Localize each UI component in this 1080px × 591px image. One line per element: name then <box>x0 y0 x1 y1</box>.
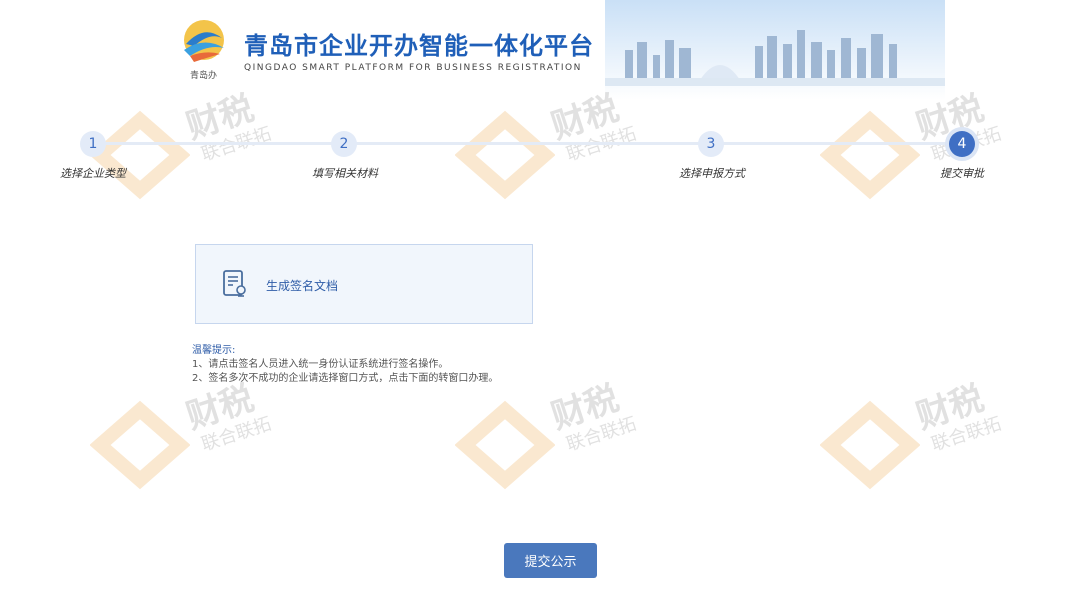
step-2-circle: 2 <box>331 131 357 157</box>
step-connector <box>93 142 961 145</box>
page-title: 青岛市企业开办智能一体化平台 <box>244 32 594 60</box>
step-1-label: 选择企业类型 <box>60 167 126 180</box>
tips-block: 温馨提示: 1、请点击签名人员进入统一身份认证系统进行签名操作。 2、签名多次不… <box>192 344 498 386</box>
logo-caption: 青岛办 <box>190 71 218 81</box>
step-1-circle: 1 <box>80 131 106 157</box>
watermark: 财税 联合联拓 <box>455 378 645 500</box>
tips-line-2: 2、签名多次不成功的企业请选择窗口方式，点击下面的转窗口办理。 <box>192 373 499 384</box>
document-certificate-icon <box>223 270 246 297</box>
header: 青岛办 青岛市企业开办智能一体化平台 QINGDAO SMART PLATFOR… <box>0 0 1080 110</box>
generate-signature-doc-button[interactable]: 生成签名文档 <box>195 244 533 324</box>
step-3-circle: 3 <box>698 131 724 157</box>
submit-publicity-button[interactable]: 提交公示 <box>504 543 597 578</box>
step-2-label: 填写相关材料 <box>312 167 378 180</box>
generate-signature-doc-label: 生成签名文档 <box>266 279 339 293</box>
watermark: 财税 联合联拓 <box>90 378 280 500</box>
city-skyline-banner <box>605 0 945 100</box>
step-4-circle: 4 <box>949 131 975 157</box>
tips-line-1: 1、请点击签名人员进入统一身份认证系统进行签名操作。 <box>192 359 449 370</box>
step-4-label: 提交审批 <box>940 167 984 180</box>
tips-title: 温馨提示: <box>192 345 236 356</box>
step-3-label: 选择申报方式 <box>679 167 745 180</box>
page-subtitle: QINGDAO SMART PLATFORM FOR BUSINESS REGI… <box>244 63 582 73</box>
watermark: 财税 联合联拓 <box>820 378 1010 500</box>
progress-steps: 1 选择企业类型 2 填写相关材料 3 选择申报方式 4 提交审批 <box>0 125 1080 185</box>
